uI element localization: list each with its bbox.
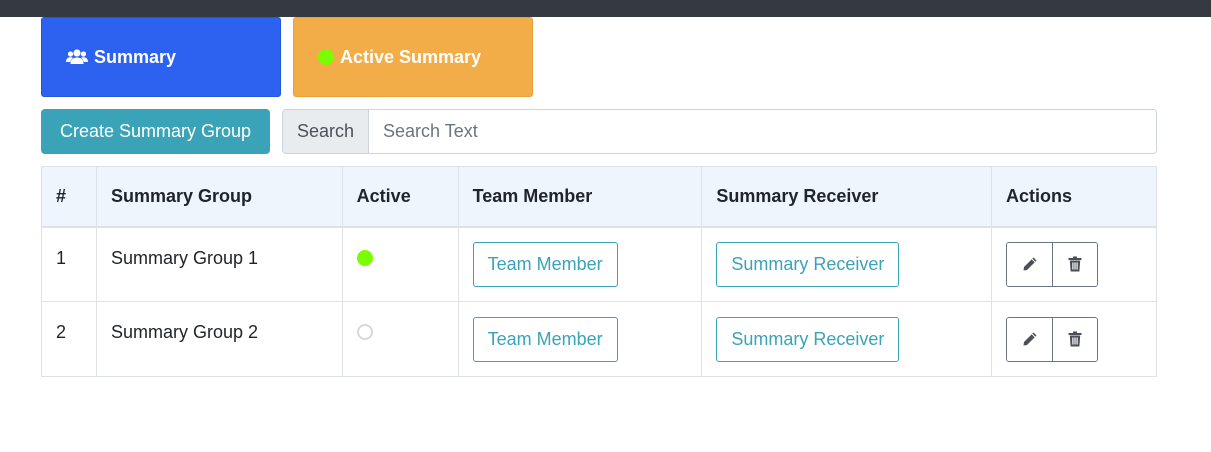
summary-card[interactable]: Summary: [41, 17, 281, 97]
header-summary-group: Summary Group: [95, 166, 343, 228]
row-active-cell: [341, 226, 459, 302]
header-number: #: [41, 166, 97, 228]
search-input[interactable]: [369, 110, 1156, 153]
row-number: 1: [41, 226, 97, 302]
edit-button[interactable]: [1007, 242, 1053, 286]
green-dot-icon: [318, 49, 334, 65]
header-summary-receiver: Summary Receiver: [701, 166, 993, 228]
inactive-status-icon: [356, 324, 373, 340]
summary-receiver-button[interactable]: Summary Receiver: [716, 241, 900, 287]
row-summary-group: Summary Group 2: [95, 301, 343, 377]
team-member-button[interactable]: Team Member: [472, 316, 618, 362]
row-team-cell: Team Member: [457, 301, 703, 377]
header-active: Active: [341, 166, 459, 228]
edit-button[interactable]: [1007, 317, 1053, 361]
delete-button[interactable]: [1052, 317, 1098, 361]
table-header-row: # Summary Group Active Team Member Summa…: [41, 166, 1157, 228]
top-navbar: [0, 0, 1211, 17]
row-actions-cell: [991, 226, 1157, 302]
row-number: 2: [41, 301, 97, 377]
row-actions-cell: [991, 301, 1157, 377]
row-receiver-cell: Summary Receiver: [701, 301, 993, 377]
summary-card-label: Summary: [94, 46, 177, 67]
row-team-cell: Team Member: [457, 226, 703, 302]
header-team-member: Team Member: [457, 166, 703, 228]
delete-button[interactable]: [1052, 242, 1098, 286]
header-actions: Actions: [991, 166, 1157, 228]
pencil-icon: [1023, 332, 1037, 346]
pencil-icon: [1023, 257, 1037, 271]
action-button-group: [1006, 241, 1099, 287]
trash-icon: [1068, 331, 1082, 347]
create-summary-group-button[interactable]: Create Summary Group: [41, 109, 270, 154]
action-button-group: [1006, 316, 1099, 362]
row-summary-group: Summary Group 1: [95, 226, 343, 302]
summary-group-table: # Summary Group Active Team Member Summa…: [41, 166, 1157, 377]
table-row: 2 Summary Group 2 Team Member Summary Re…: [41, 301, 1157, 377]
team-member-button[interactable]: Team Member: [472, 241, 618, 287]
active-status-icon: [356, 249, 373, 266]
trash-icon: [1068, 256, 1082, 272]
row-active-cell: [341, 301, 459, 377]
summary-receiver-button[interactable]: Summary Receiver: [716, 316, 900, 362]
search-label: Search: [283, 110, 369, 153]
active-summary-card-label: Active Summary: [340, 46, 482, 67]
row-receiver-cell: Summary Receiver: [701, 226, 993, 302]
search-group: Search: [282, 109, 1157, 154]
table-row: 1 Summary Group 1 Team Member Summary Re…: [41, 226, 1157, 302]
active-summary-card[interactable]: Active Summary: [293, 17, 533, 97]
users-icon: [66, 48, 88, 66]
